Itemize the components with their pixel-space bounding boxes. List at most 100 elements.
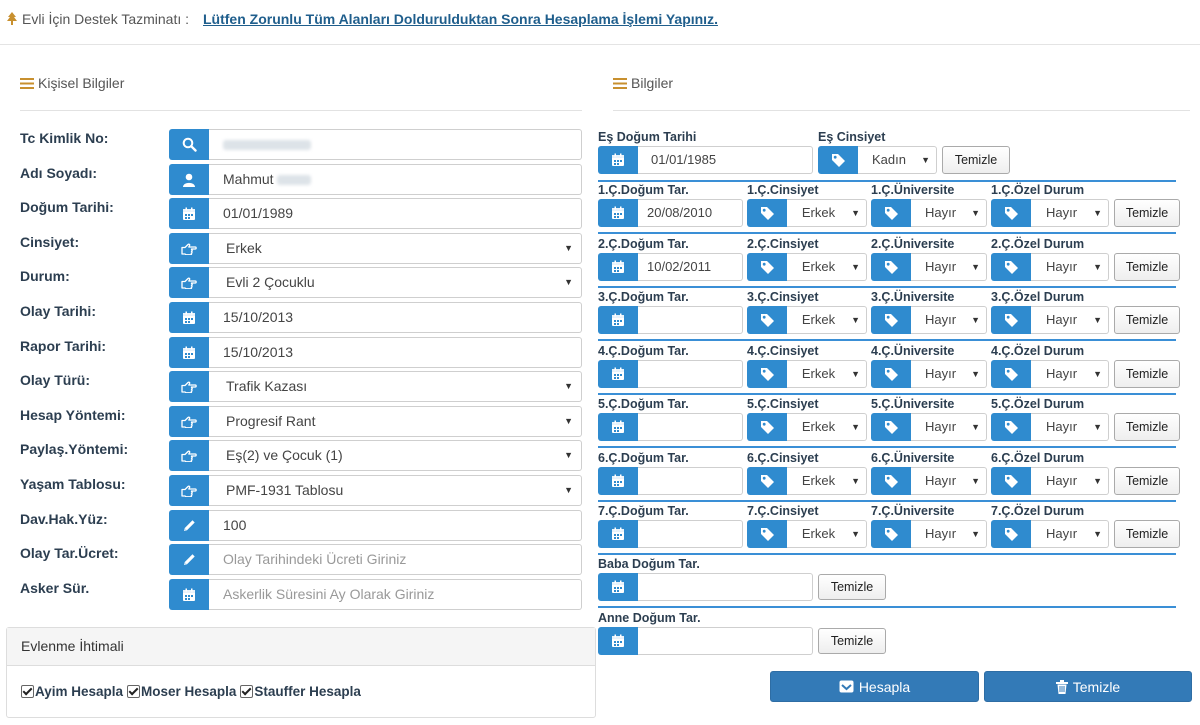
spouse-gender-select[interactable]: Kadın ▼	[858, 146, 937, 174]
tag-icon[interactable]	[747, 413, 787, 441]
hand-point-icon[interactable]	[169, 233, 209, 264]
tag-icon[interactable]	[871, 467, 911, 495]
child-special-select[interactable]: Hayır ▼	[1031, 467, 1109, 495]
calculate-button[interactable]: Hesapla	[770, 671, 979, 702]
hand-point-icon[interactable]	[169, 406, 209, 437]
field-select[interactable]: Erkek ▼	[209, 233, 582, 264]
child-uni-select[interactable]: Hayır ▼	[911, 520, 987, 548]
mother-dob-input[interactable]	[638, 627, 813, 655]
child-gender-select[interactable]: Erkek ▼	[787, 467, 867, 495]
tag-icon[interactable]	[871, 413, 911, 441]
ayim-checkbox[interactable]	[21, 685, 34, 698]
tag-icon[interactable]	[871, 253, 911, 281]
child-uni-select[interactable]: Hayır ▼	[911, 199, 987, 227]
child-gender-select[interactable]: Erkek ▼	[787, 306, 867, 334]
child-clear-button[interactable]: Temizle	[1114, 199, 1180, 227]
tag-icon[interactable]	[818, 146, 858, 174]
child-uni-select[interactable]: Hayır ▼	[911, 253, 987, 281]
tag-icon[interactable]	[871, 520, 911, 548]
tag-icon[interactable]	[991, 520, 1031, 548]
child-special-select[interactable]: Hayır ▼	[1031, 520, 1109, 548]
child-gender-select[interactable]: Erkek ▼	[787, 199, 867, 227]
tag-icon[interactable]	[991, 467, 1031, 495]
calendar-icon[interactable]	[169, 198, 209, 229]
tag-icon[interactable]	[871, 360, 911, 388]
calendar-icon[interactable]	[598, 520, 638, 548]
tag-icon[interactable]	[747, 253, 787, 281]
child-special-select[interactable]: Hayır ▼	[1031, 199, 1109, 227]
father-dob-input[interactable]	[638, 573, 813, 601]
tag-icon[interactable]	[871, 199, 911, 227]
calendar-icon[interactable]	[169, 579, 209, 610]
child-dob-input[interactable]	[638, 467, 743, 495]
child-gender-select[interactable]: Erkek ▼	[787, 413, 867, 441]
child-dob-input[interactable]	[638, 413, 743, 441]
child-dob-input[interactable]	[638, 306, 743, 334]
child-gender-select[interactable]: Erkek ▼	[787, 253, 867, 281]
calendar-icon[interactable]	[169, 337, 209, 368]
child-dob-input[interactable]	[638, 520, 743, 548]
field-input[interactable]: Askerlik Süresini Ay Olarak Giriniz	[209, 579, 582, 610]
user-icon[interactable]	[169, 164, 209, 195]
tag-icon[interactable]	[747, 306, 787, 334]
spouse-clear-button[interactable]: Temizle	[942, 146, 1010, 174]
child-special-select[interactable]: Hayır ▼	[1031, 306, 1109, 334]
child-dob-input[interactable]: 20/08/2010	[638, 199, 743, 227]
field-input[interactable]: 15/10/2013	[209, 302, 582, 333]
tag-icon[interactable]	[747, 199, 787, 227]
calendar-icon[interactable]	[598, 146, 638, 174]
child-clear-button[interactable]: Temizle	[1114, 306, 1180, 334]
pencil-icon[interactable]	[169, 544, 209, 575]
child-gender-select[interactable]: Erkek ▼	[787, 360, 867, 388]
clear-all-button[interactable]: Temizle	[984, 671, 1192, 702]
calendar-icon[interactable]	[598, 360, 638, 388]
child-uni-select[interactable]: Hayır ▼	[911, 360, 987, 388]
calendar-icon[interactable]	[598, 627, 638, 655]
child-gender-select[interactable]: Erkek ▼	[787, 520, 867, 548]
field-select[interactable]: Trafik Kazası ▼	[209, 371, 582, 402]
child-clear-button[interactable]: Temizle	[1114, 253, 1180, 281]
field-select[interactable]: Progresif Rant ▼	[209, 406, 582, 437]
calendar-icon[interactable]	[598, 467, 638, 495]
tag-icon[interactable]	[991, 253, 1031, 281]
name-input[interactable]: Mahmut	[209, 164, 582, 195]
stauffer-checkbox[interactable]	[240, 685, 254, 698]
child-uni-select[interactable]: Hayır ▼	[911, 413, 987, 441]
calendar-icon[interactable]	[598, 573, 638, 601]
tag-icon[interactable]	[991, 199, 1031, 227]
child-special-select[interactable]: Hayır ▼	[1031, 413, 1109, 441]
pencil-icon[interactable]	[169, 510, 209, 541]
calendar-icon[interactable]	[598, 253, 638, 281]
child-special-select[interactable]: Hayır ▼	[1031, 253, 1109, 281]
tag-icon[interactable]	[991, 306, 1031, 334]
field-input[interactable]: 01/01/1989	[209, 198, 582, 229]
notice-link[interactable]: Lütfen Zorunlu Tüm Alanları Dolduruldukt…	[203, 11, 718, 27]
father-clear-button[interactable]: Temizle	[818, 574, 886, 600]
calendar-icon[interactable]	[598, 306, 638, 334]
child-clear-button[interactable]: Temizle	[1114, 360, 1180, 388]
tag-icon[interactable]	[747, 467, 787, 495]
child-special-select[interactable]: Hayır ▼	[1031, 360, 1109, 388]
tag-icon[interactable]	[747, 520, 787, 548]
calendar-icon[interactable]	[169, 302, 209, 333]
hand-point-icon[interactable]	[169, 475, 209, 506]
tag-icon[interactable]	[871, 306, 911, 334]
search-icon[interactable]	[169, 129, 209, 160]
mother-clear-button[interactable]: Temizle	[818, 628, 886, 654]
tag-icon[interactable]	[991, 360, 1031, 388]
calendar-icon[interactable]	[598, 413, 638, 441]
tag-icon[interactable]	[747, 360, 787, 388]
hand-point-icon[interactable]	[169, 267, 209, 298]
child-uni-select[interactable]: Hayır ▼	[911, 306, 987, 334]
calendar-icon[interactable]	[598, 199, 638, 227]
child-uni-select[interactable]: Hayır ▼	[911, 467, 987, 495]
tag-icon[interactable]	[991, 413, 1031, 441]
field-input[interactable]: Olay Tarihindeki Ücreti Giriniz	[209, 544, 582, 575]
tc-number-input[interactable]	[209, 129, 582, 160]
child-clear-button[interactable]: Temizle	[1114, 520, 1180, 548]
hand-point-icon[interactable]	[169, 440, 209, 471]
child-dob-input[interactable]	[638, 360, 743, 388]
hand-point-icon[interactable]	[169, 371, 209, 402]
field-select[interactable]: Eş(2) ve Çocuk (1) ▼	[209, 440, 582, 471]
child-dob-input[interactable]: 10/02/2011	[638, 253, 743, 281]
